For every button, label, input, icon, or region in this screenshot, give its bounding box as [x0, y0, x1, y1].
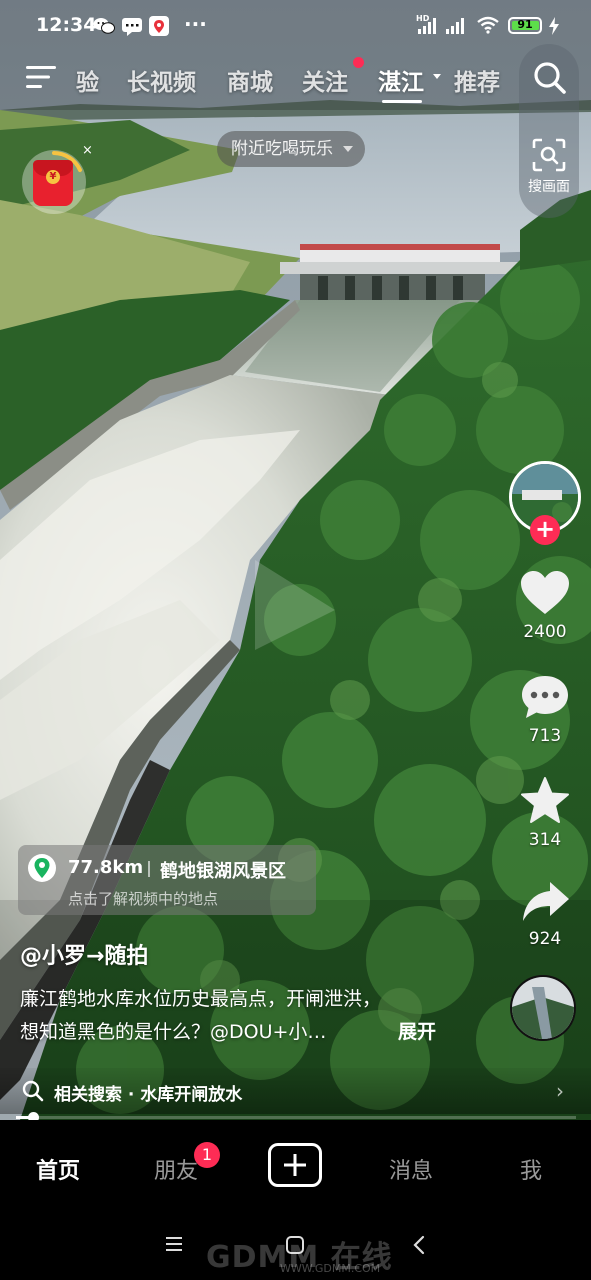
poi-hint: 点击了解视频中的地点: [68, 890, 219, 908]
video-description-line-1: 廉江鹤地水库水位历史最高点，开闸泄洪，: [20, 988, 382, 1010]
more-notifications-icon: ···: [184, 12, 207, 36]
music-cover: [512, 977, 574, 1039]
friends-badge: 1: [194, 1142, 220, 1168]
comment-count: 713: [528, 726, 562, 746]
chevron-down-icon: [343, 146, 353, 152]
nearby-chip-label: 附近吃喝玩乐: [231, 139, 333, 159]
video-description-line-2: 想知道黑色的是什么？@DOU+小…: [20, 1021, 327, 1043]
watermark-url: WWW.GDMM.COM: [280, 1262, 381, 1275]
related-search-dot: ·: [127, 1085, 135, 1105]
hamburger-menu-icon[interactable]: [26, 64, 58, 90]
battery-level: 91: [517, 18, 533, 31]
expand-button[interactable]: 展开: [398, 1017, 436, 1044]
recents-icon[interactable]: [164, 1236, 184, 1252]
following-dot: [353, 57, 364, 68]
author-name[interactable]: @小罗→随拍: [20, 938, 148, 970]
like-count: 2400: [523, 622, 567, 642]
scan-icon[interactable]: [532, 138, 566, 172]
local-dropdown-icon[interactable]: [433, 74, 441, 79]
related-search-prefix: 相关搜索: [54, 1085, 122, 1105]
pin-glyph: [34, 858, 50, 878]
share-count: 924: [528, 929, 562, 949]
scan-label[interactable]: 搜画面: [519, 176, 579, 196]
active-tab-indicator: [382, 100, 422, 103]
progress-track[interactable]: [16, 1116, 576, 1119]
signal-icon-2: [446, 18, 464, 34]
map-app-icon: [149, 16, 169, 36]
clock: 12:34: [36, 14, 97, 36]
tab-partial[interactable]: 验: [76, 63, 99, 97]
back-icon[interactable]: [412, 1235, 426, 1255]
wifi-icon: [477, 16, 499, 34]
tab-local-city[interactable]: 湛江: [378, 63, 424, 97]
tab-home[interactable]: 首页: [36, 1153, 80, 1185]
red-packet-icon[interactable]: ¥: [33, 160, 73, 206]
signal-icon-1: [418, 18, 436, 34]
comment-icon[interactable]: [520, 674, 570, 720]
tab-friends[interactable]: 朋友: [154, 1153, 198, 1185]
poi-name: 鹤地银湖风景区: [160, 861, 286, 882]
message-icon: [122, 18, 142, 36]
poi-divider: [148, 861, 150, 877]
location-pin-icon: [28, 854, 56, 882]
tab-me[interactable]: 我: [520, 1153, 542, 1185]
tab-messages[interactable]: 消息: [389, 1153, 433, 1185]
heart-icon[interactable]: [520, 570, 570, 616]
search-icon[interactable]: [532, 60, 568, 96]
tab-long-video[interactable]: 长视频: [127, 63, 196, 97]
red-packet-close[interactable]: ×: [82, 143, 93, 158]
related-search-query: 水库开闸放水: [140, 1085, 243, 1105]
status-bar: 12:34 ··· HD 91: [0, 0, 591, 52]
charging-icon: [549, 17, 559, 35]
follow-button[interactable]: +: [530, 515, 560, 545]
top-nav: 验 长视频 商城 关注 湛江 推荐: [0, 52, 591, 110]
related-search-text: 相关搜索 · 水库开闸放水: [54, 1080, 242, 1105]
tab-recommend[interactable]: 推荐: [454, 63, 500, 97]
music-disc[interactable]: [510, 975, 576, 1041]
tab-mall[interactable]: 商城: [227, 63, 273, 97]
tab-following[interactable]: 关注: [302, 63, 348, 97]
home-icon[interactable]: [285, 1235, 305, 1255]
star-icon[interactable]: [520, 777, 570, 825]
favorite-count: 314: [528, 830, 562, 850]
wechat-icon: [93, 18, 115, 34]
share-icon[interactable]: [521, 880, 571, 924]
nearby-chip[interactable]: 附近吃喝玩乐: [217, 131, 365, 167]
create-button[interactable]: [268, 1143, 322, 1187]
search-icon-small: [22, 1080, 44, 1102]
poi-distance: 77.8km: [68, 857, 144, 878]
battery-icon: 91: [508, 17, 542, 34]
chevron-right-icon: ›: [556, 1079, 564, 1103]
